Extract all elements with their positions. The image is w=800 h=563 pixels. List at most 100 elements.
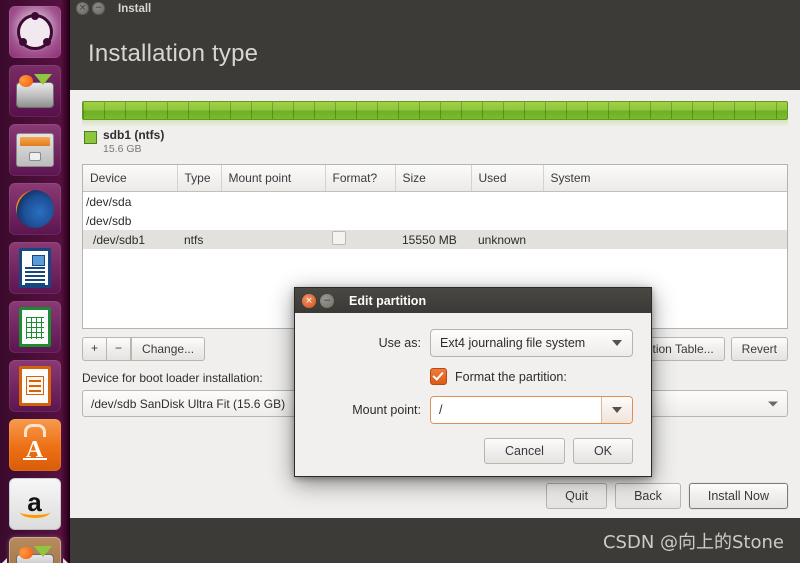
format-partition-label: Format the partition: xyxy=(455,369,567,384)
chevron-down-icon xyxy=(612,407,622,413)
launcher-item-amazon[interactable]: a xyxy=(8,478,61,530)
cell-size: 15550 MB xyxy=(395,230,471,249)
dialog-ok-button[interactable]: OK xyxy=(572,438,633,464)
cell-used: unknown xyxy=(471,230,543,249)
back-button[interactable]: Back xyxy=(615,483,681,509)
dialog-title: Edit partition xyxy=(349,293,427,308)
table-header-row: Device Type Mount point Format? Size Use… xyxy=(83,165,787,192)
installer-window: × − Install Installation type sdb1 (ntfs… xyxy=(70,0,800,563)
install-now-button[interactable]: Install Now xyxy=(688,483,788,509)
table-row-selected[interactable]: /dev/sdb1 ntfs 15550 MB unknown xyxy=(83,230,787,249)
cell-used xyxy=(471,211,543,230)
presentation-icon xyxy=(18,366,51,406)
window-titlebar: × − Install xyxy=(70,0,800,17)
add-remove-change-group: + − Change... xyxy=(82,337,206,361)
legend-partition-size: 15.6 GB xyxy=(103,143,142,155)
page-title: Installation type xyxy=(88,39,259,67)
cell-system xyxy=(543,230,787,249)
close-icon[interactable]: × xyxy=(76,2,89,15)
format-partition-checkbox[interactable] xyxy=(430,368,447,385)
cell-type xyxy=(177,211,221,230)
dialog-cancel-button[interactable]: Cancel xyxy=(484,438,565,464)
cell-size xyxy=(395,211,471,230)
cell-type: ntfs xyxy=(177,230,221,249)
cell-system xyxy=(543,192,787,212)
partition-usage-bar xyxy=(82,101,788,120)
csdn-watermark: CSDN @向上的Stone xyxy=(602,531,784,553)
focused-indicator-right-icon xyxy=(62,558,68,563)
partition-bar-reflection xyxy=(82,120,788,127)
hard-disk-icon xyxy=(15,74,54,108)
window-title: Install xyxy=(118,2,152,15)
document-icon xyxy=(18,248,51,288)
column-header-used[interactable]: Used xyxy=(471,165,544,192)
unity-launcher: A a xyxy=(0,0,70,563)
cell-used xyxy=(471,192,543,212)
column-header-system[interactable]: System xyxy=(543,165,787,192)
launcher-item-ubuntu-software[interactable]: A xyxy=(8,419,61,471)
chevron-down-icon xyxy=(612,340,622,346)
chevron-down-icon xyxy=(768,401,778,406)
launcher-item-libreoffice-impress[interactable] xyxy=(8,360,61,412)
firefox-icon xyxy=(15,190,54,228)
launcher-item-ubuntu-dash[interactable] xyxy=(8,6,61,58)
running-indicator-left-icon xyxy=(1,558,7,563)
mount-point-label: Mount point: xyxy=(352,403,421,417)
launcher-item-install-active[interactable] xyxy=(1,537,68,563)
file-cabinet-icon xyxy=(15,133,54,167)
dialog-body: Use as: Ext4 journaling file system Form… xyxy=(295,313,651,476)
dialog-actions: Cancel OK xyxy=(313,438,633,464)
column-header-type[interactable]: Type xyxy=(177,165,222,192)
launcher-item-libreoffice-writer[interactable] xyxy=(8,242,61,294)
legend-partition-name: sdb1 (ntfs) xyxy=(103,128,165,142)
cell-format[interactable] xyxy=(325,230,395,249)
quit-button[interactable]: Quit xyxy=(546,483,608,509)
cell-mount xyxy=(221,211,325,230)
bootloader-device-value: /dev/sdb SanDisk Ultra Fit (15.6 GB) xyxy=(91,396,286,411)
minimize-icon[interactable]: − xyxy=(92,2,105,15)
cell-device: /dev/sda xyxy=(86,194,132,209)
use-as-row: Use as: Ext4 journaling file system xyxy=(313,329,633,357)
cell-size xyxy=(395,192,471,212)
change-partition-button[interactable]: Change... xyxy=(131,337,206,361)
format-partition-row: Format the partition: xyxy=(430,368,633,385)
cell-device: /dev/sdb xyxy=(86,213,132,228)
cell-format xyxy=(325,211,395,230)
screen: A a × − Install Installation type sdb1 (… xyxy=(0,0,800,563)
spreadsheet-icon xyxy=(18,307,51,347)
launcher-item-firefox[interactable] xyxy=(8,183,61,235)
mount-point-row: Mount point: / xyxy=(313,396,633,424)
dialog-close-icon[interactable]: × xyxy=(302,293,316,308)
cell-device: /dev/sdb1 xyxy=(83,230,177,249)
format-checkbox[interactable] xyxy=(332,231,346,245)
ubuntu-logo-icon xyxy=(16,12,53,50)
mount-point-dropdown-button[interactable] xyxy=(601,397,632,423)
use-as-label: Use as: xyxy=(378,336,421,350)
launcher-item-install-ubuntu[interactable] xyxy=(8,65,61,117)
mount-point-value[interactable]: / xyxy=(431,397,601,423)
cell-system xyxy=(543,211,787,230)
launcher-item-libreoffice-calc[interactable] xyxy=(8,301,61,353)
table-row[interactable]: /dev/sda xyxy=(83,192,787,212)
legend-color-swatch xyxy=(84,131,97,144)
dialog-titlebar: × − Edit partition xyxy=(295,288,651,313)
cell-type xyxy=(177,192,221,212)
remove-partition-button[interactable]: − xyxy=(106,337,132,361)
column-header-device[interactable]: Device xyxy=(83,165,178,192)
edit-partition-dialog: × − Edit partition Use as: Ext4 journali… xyxy=(294,287,652,477)
launcher-item-files[interactable] xyxy=(8,124,61,176)
revert-button[interactable]: Revert xyxy=(730,337,788,361)
use-as-select[interactable]: Ext4 journaling file system xyxy=(430,329,633,357)
column-header-format[interactable]: Format? xyxy=(325,165,396,192)
mount-point-combobox[interactable]: / xyxy=(430,396,633,424)
cell-mount xyxy=(221,192,325,212)
add-partition-button[interactable]: + xyxy=(82,337,107,361)
column-header-mount[interactable]: Mount point xyxy=(221,165,326,192)
use-as-value: Ext4 journaling file system xyxy=(440,336,586,350)
shopping-bag-icon xyxy=(23,424,46,437)
table-row[interactable]: /dev/sdb xyxy=(83,211,787,230)
cell-format xyxy=(325,192,395,212)
dialog-minimize-icon[interactable]: − xyxy=(320,293,334,308)
partition-legend: sdb1 (ntfs) 15.6 GB xyxy=(82,128,788,156)
column-header-size[interactable]: Size xyxy=(395,165,472,192)
